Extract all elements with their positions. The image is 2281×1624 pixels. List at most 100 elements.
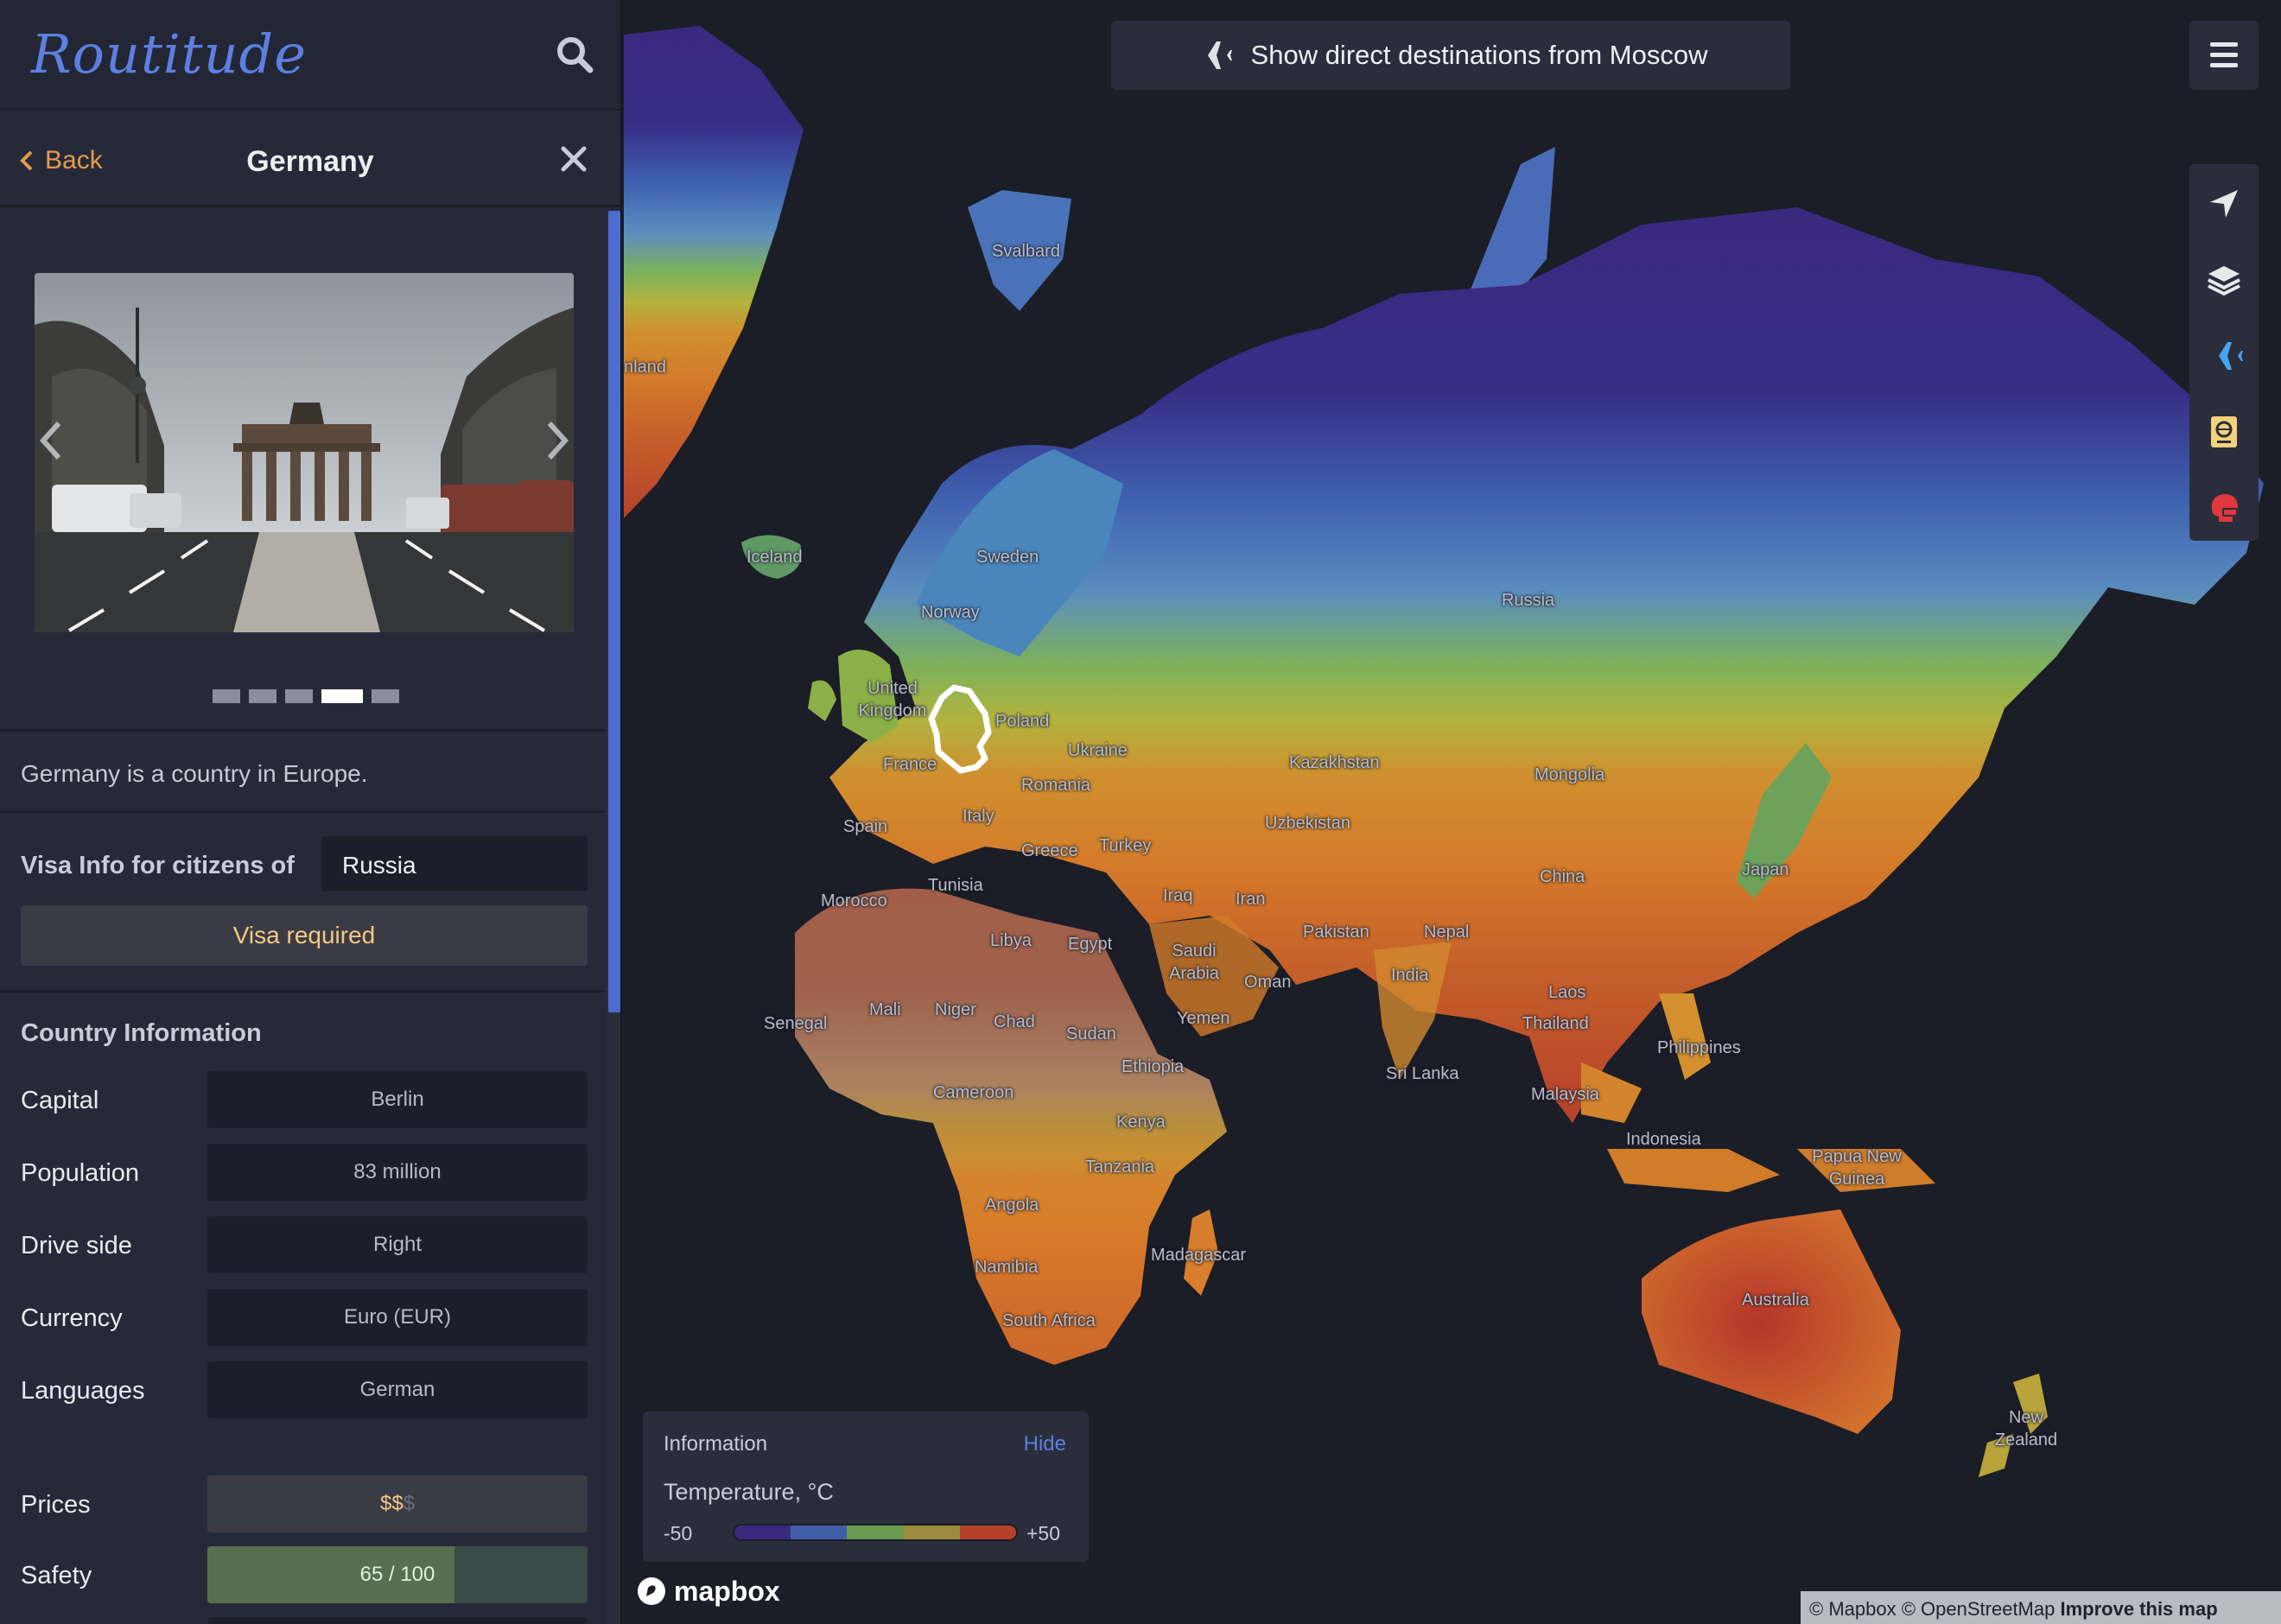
improve-map-link[interactable]: Improve this map (2060, 1598, 2217, 1620)
show-direct-destinations-button[interactable]: Show direct destinations from Moscow (1111, 21, 1790, 90)
flights-button[interactable] (2189, 318, 2259, 394)
visa-status-badge: Visa required (21, 905, 588, 966)
close-icon (561, 146, 587, 172)
gallery-dot[interactable] (372, 689, 399, 703)
map-label: Oman (1244, 973, 1292, 992)
map-label: Angola (985, 1196, 1039, 1215)
scale-segment (847, 1526, 904, 1539)
scale-segment (903, 1526, 960, 1539)
photo-gallery[interactable] (35, 273, 574, 632)
map-label: Egypt (1068, 935, 1113, 954)
map-label: Poland (995, 712, 1050, 731)
map-label: Spain (843, 817, 888, 836)
chevron-right-icon (547, 421, 569, 460)
map-label: Iraq (1163, 886, 1193, 905)
menu-button[interactable] (2189, 21, 2259, 90)
close-button[interactable] (558, 143, 589, 174)
layers-button[interactable] (2189, 242, 2259, 318)
scale-segment (734, 1526, 791, 1539)
map-label: Philippines (1657, 1038, 1741, 1057)
sidebar: Routitude Back Germany Germany is a coun… (0, 0, 622, 1624)
visa-info-label: Visa Info for citizens of (21, 852, 295, 879)
gallery-dot[interactable] (285, 689, 313, 703)
map-label: China (1540, 867, 1585, 886)
locate-button[interactable] (2189, 166, 2259, 242)
map-canvas[interactable]: Svalbard nland Iceland Sweden Norway Rus… (624, 0, 2281, 1624)
safety-score: 65 / 100 (359, 1563, 435, 1586)
osm-attribution-link[interactable]: © OpenStreetMap (1902, 1598, 2055, 1620)
map-label: Morocco (821, 891, 887, 910)
map-label: Sweden (976, 548, 1039, 567)
info-row-value: Euro (EUR) (207, 1289, 588, 1346)
map-label: Cameroon (933, 1083, 1014, 1102)
map-label: Chad (994, 1012, 1035, 1031)
show-direct-destinations-label: Show direct destinations from Moscow (1250, 40, 1708, 70)
map-label: Tanzania (1085, 1158, 1155, 1177)
map-label: Mali (869, 1000, 901, 1019)
map-label: South Africa (1002, 1311, 1096, 1330)
map-label: Sri Lanka (1386, 1064, 1459, 1083)
prices-dim: $ (403, 1492, 416, 1515)
map-label: Greece (1021, 841, 1078, 860)
map-label: Ethiopia (1121, 1057, 1185, 1076)
legend-title: Temperature, °C (664, 1479, 834, 1505)
covid-restrictions-button[interactable] (2189, 470, 2259, 546)
legend-max: +50 (1026, 1522, 1061, 1545)
citizenship-select[interactable]: Russia (321, 836, 588, 891)
layers-icon (2208, 266, 2240, 296)
hamburger-menu-icon (2210, 42, 2238, 67)
gallery-dot[interactable] (213, 689, 240, 703)
map-label: Namibia (975, 1258, 1039, 1277)
info-row-label: Drive side (21, 1232, 132, 1259)
map-label: India (1391, 966, 1429, 985)
info-row-value: Right (207, 1216, 588, 1273)
map-label: Japan (1742, 860, 1789, 879)
map-label: Tunisia (928, 876, 983, 895)
map-label: Saudi Arabia (1169, 942, 1219, 983)
map-label: nland (624, 358, 666, 377)
map-label: Turkey (1099, 836, 1152, 855)
info-row-label: Population (21, 1159, 140, 1187)
mapbox-icon (638, 1577, 665, 1605)
map-label: Niger (935, 1000, 976, 1019)
map-label: Kenya (1116, 1113, 1166, 1132)
gallery-dot[interactable] (249, 689, 276, 703)
map-info-panel: Information Hide Temperature, °C -50 +50 (643, 1411, 1089, 1562)
map-label: Norway (921, 603, 980, 622)
hide-info-link[interactable]: Hide (1024, 1432, 1066, 1456)
scale-segment (959, 1526, 1016, 1539)
info-row-safety: Safety 65 / 100 (21, 1546, 588, 1603)
map-label: Iran (1236, 890, 1266, 909)
map-label: Papua New Guinea (1812, 1147, 1902, 1189)
search-button[interactable] (553, 33, 596, 76)
info-panel-title: Information (664, 1432, 768, 1456)
map-label: Madagascar (1151, 1246, 1247, 1265)
scrollbar-thumb[interactable] (608, 211, 620, 1012)
passport-icon (2211, 416, 2237, 447)
gallery-pagination (213, 689, 399, 703)
info-row-label: Capital (21, 1087, 99, 1114)
map-label: New Zealand (1994, 1408, 2058, 1450)
info-row-prices: Prices $$$ (21, 1475, 588, 1532)
info-row-languages: Languages German (21, 1361, 588, 1418)
gallery-dot-active[interactable] (321, 689, 363, 703)
map-label: Indonesia (1626, 1130, 1701, 1149)
app-logo[interactable]: Routitude (31, 22, 307, 86)
mapbox-attribution-link[interactable]: © Mapbox (1809, 1598, 1897, 1620)
map-label: Italy (963, 807, 994, 826)
mapbox-logo[interactable]: mapbox (636, 1574, 780, 1608)
map-label: Yemen (1177, 1009, 1230, 1028)
head-mask-icon (2211, 494, 2238, 522)
map-label: Libya (990, 931, 1032, 950)
visa-passport-button[interactable] (2189, 394, 2259, 470)
prices-strong: $$ (379, 1492, 403, 1515)
divider (0, 990, 605, 993)
map-label: Kazakhstan (1289, 753, 1380, 772)
airplane-icon (1197, 41, 1232, 69)
map-label: Nepal (1424, 923, 1470, 942)
temperature-map (624, 26, 2264, 1477)
scale-segment (791, 1526, 848, 1539)
info-row-label: Prices (21, 1491, 91, 1519)
gallery-next-button[interactable] (541, 416, 572, 465)
gallery-prev-button[interactable] (36, 416, 67, 465)
